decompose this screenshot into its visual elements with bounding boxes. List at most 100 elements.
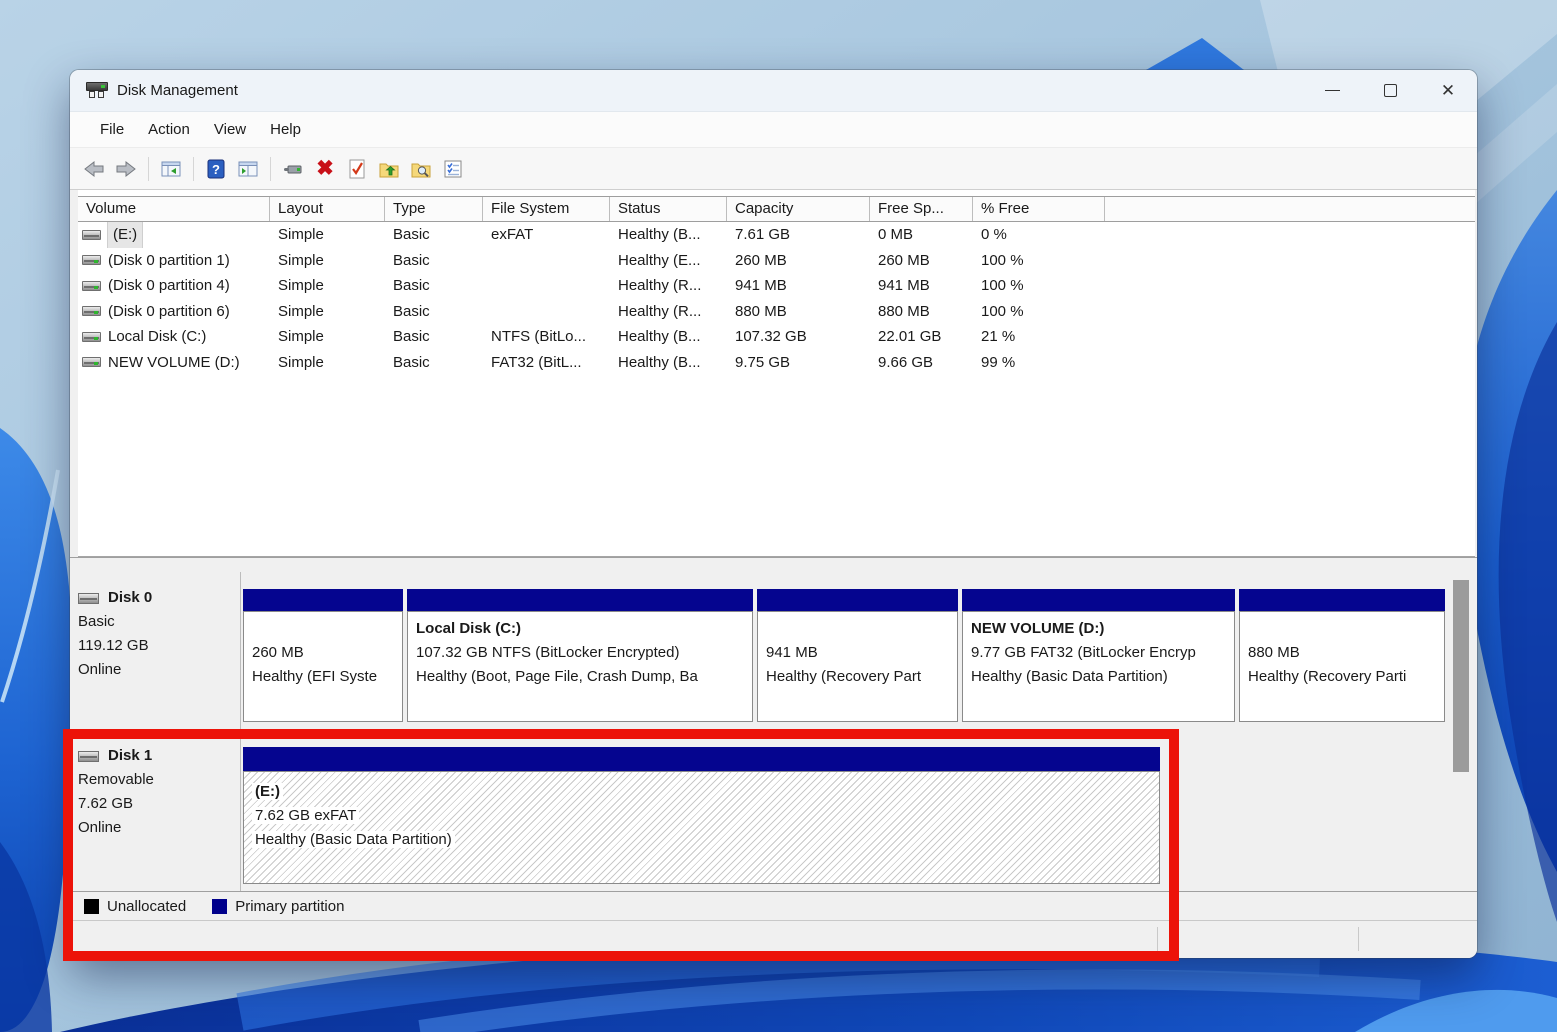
table-row-disk0-partition4[interactable]: (Disk 0 partition 4) Simple Basic Health… (78, 273, 1475, 299)
volume-name: (Disk 0 partition 4) (108, 273, 230, 299)
cell-fs (483, 299, 610, 325)
show-console-tree-button[interactable] (158, 156, 184, 182)
column-header-type[interactable]: Type (385, 197, 483, 221)
disk0-label[interactable]: Disk 0 Basic 119.12 GB Online (78, 586, 238, 682)
column-header-file-system[interactable]: File System (483, 197, 610, 221)
cell-capacity: 9.75 GB (727, 350, 870, 376)
partition-status: Healthy (Boot, Page File, Crash Dump, Ba (416, 665, 744, 689)
cell-free: 941 MB (870, 273, 973, 299)
menu-file[interactable]: File (88, 117, 136, 142)
menu-help[interactable]: Help (258, 117, 313, 142)
volume-drive-icon (82, 357, 101, 367)
close-icon: ✕ (1441, 82, 1455, 99)
window-title: Disk Management (117, 82, 238, 99)
menu-bar: File Action View Help (70, 112, 1477, 148)
cell-free: 22.01 GB (870, 324, 973, 350)
cell-pct-free: 21 % (973, 324, 1105, 350)
cell-layout: Simple (270, 324, 385, 350)
explore-folder-button[interactable] (408, 156, 434, 182)
menu-view[interactable]: View (202, 117, 258, 142)
cell-layout: Simple (270, 350, 385, 376)
toolbar: ? ✖ (70, 148, 1477, 190)
partition-size: 260 MB (252, 641, 394, 665)
scrollbar-thumb[interactable] (1453, 580, 1469, 772)
menu-action[interactable]: Action (136, 117, 202, 142)
column-header-volume[interactable]: Volume (78, 197, 270, 221)
cell-fs (483, 273, 610, 299)
primary-partition-band (757, 589, 958, 611)
title-bar: Disk Management ✕ (70, 70, 1477, 112)
partition-disk0-c[interactable]: Local Disk (C:) 107.32 GB NTFS (BitLocke… (407, 589, 753, 722)
volume-list-body: (E:) Simple Basic exFAT Healthy (B... 7.… (78, 222, 1475, 556)
partition-size: 941 MB (766, 641, 949, 665)
column-header-pct-free[interactable]: % Free (973, 197, 1105, 221)
cell-layout: Simple (270, 299, 385, 325)
cell-free: 260 MB (870, 248, 973, 274)
partition-disk0-recovery2[interactable]: 880 MB Healthy (Recovery Parti (1239, 589, 1445, 722)
cell-status: Healthy (B... (610, 324, 727, 350)
volume-drive-icon (82, 306, 101, 316)
show-action-pane-button[interactable] (235, 156, 261, 182)
device-tool-button[interactable] (280, 156, 306, 182)
minimize-button[interactable] (1303, 70, 1361, 111)
column-header-free-space[interactable]: Free Sp... (870, 197, 973, 221)
partition-size: 9.77 GB FAT32 (BitLocker Encryp (971, 641, 1226, 665)
column-header-status[interactable]: Status (610, 197, 727, 221)
delete-volume-button[interactable]: ✖ (312, 156, 338, 182)
volume-list-header: Volume Layout Type File System Status Ca… (78, 196, 1475, 222)
cell-fs: NTFS (BitLo... (483, 324, 610, 350)
partition-disk0-recovery1[interactable]: 941 MB Healthy (Recovery Part (757, 589, 958, 722)
minimize-icon (1325, 90, 1340, 91)
column-header-capacity[interactable]: Capacity (727, 197, 870, 221)
primary-partition-band (1239, 589, 1445, 611)
volume-drive-icon (82, 230, 101, 240)
graph-pane-scrollbar[interactable] (1452, 576, 1470, 876)
cell-fs: exFAT (483, 222, 610, 248)
table-row-new-volume-d[interactable]: NEW VOLUME (D:) Simple Basic FAT32 (BitL… (78, 350, 1475, 376)
partition-status: Healthy (Recovery Parti (1248, 665, 1436, 689)
cell-fs (483, 248, 610, 274)
column-header-layout[interactable]: Layout (270, 197, 385, 221)
help-button[interactable]: ? (203, 156, 229, 182)
table-row-disk0-partition1[interactable]: (Disk 0 partition 1) Simple Basic Health… (78, 248, 1475, 274)
table-row-local-disk-c[interactable]: Local Disk (C:) Simple Basic NTFS (BitLo… (78, 324, 1475, 350)
table-row-disk0-partition6[interactable]: (Disk 0 partition 6) Simple Basic Health… (78, 299, 1475, 325)
volume-name: NEW VOLUME (D:) (108, 350, 240, 376)
cell-fs: FAT32 (BitL... (483, 350, 610, 376)
cell-pct-free: 100 % (973, 273, 1105, 299)
desktop: Disk Management ✕ File Action View Help (0, 0, 1557, 1032)
primary-partition-band (243, 589, 403, 611)
disk-state: Online (78, 658, 238, 682)
partition-title (1248, 617, 1436, 641)
disk1-highlight-annotation (63, 729, 1179, 961)
disk-name: Disk 0 (108, 586, 152, 610)
volume-name-selected: (E:) (108, 222, 142, 248)
maximize-button[interactable] (1361, 70, 1419, 111)
forward-button[interactable] (113, 156, 139, 182)
pane-splitter[interactable] (70, 557, 1477, 572)
partition-disk0-d[interactable]: NEW VOLUME (D:) 9.77 GB FAT32 (BitLocker… (962, 589, 1235, 722)
table-row-volume-e[interactable]: (E:) Simple Basic exFAT Healthy (B... 7.… (78, 222, 1475, 248)
cell-type: Basic (385, 299, 483, 325)
volume-name: Local Disk (C:) (108, 324, 206, 350)
cell-pct-free: 100 % (973, 299, 1105, 325)
properties-button[interactable] (440, 156, 466, 182)
cell-layout: Simple (270, 273, 385, 299)
partition-status: Healthy (Basic Data Partition) (971, 665, 1226, 689)
partition-size: 107.32 GB NTFS (BitLocker Encrypted) (416, 641, 744, 665)
cell-capacity: 260 MB (727, 248, 870, 274)
cell-free: 880 MB (870, 299, 973, 325)
back-button[interactable] (81, 156, 107, 182)
toolbar-separator (270, 157, 271, 181)
column-header-filler (1105, 197, 1475, 221)
status-bar-separator (1358, 927, 1359, 951)
close-button[interactable]: ✕ (1419, 70, 1477, 111)
cell-status: Healthy (R... (610, 299, 727, 325)
partition-title: NEW VOLUME (D:) (971, 617, 1226, 641)
cell-layout: Simple (270, 248, 385, 274)
cell-status: Healthy (E... (610, 248, 727, 274)
open-folder-button[interactable] (376, 156, 402, 182)
cell-pct-free: 100 % (973, 248, 1105, 274)
partition-disk0-efi[interactable]: 260 MB Healthy (EFI Syste (243, 589, 403, 722)
mark-partition-button[interactable] (344, 156, 370, 182)
